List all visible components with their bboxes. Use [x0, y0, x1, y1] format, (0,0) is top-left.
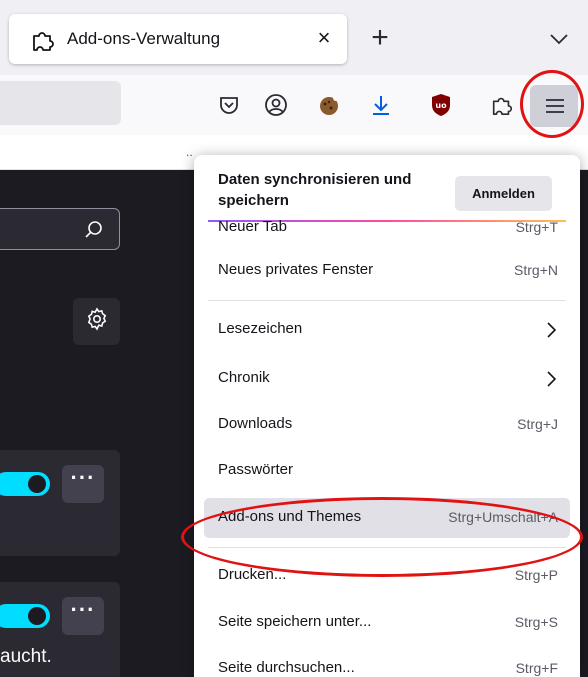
- menu-item-label: Chronik: [218, 369, 270, 386]
- extension-enable-toggle[interactable]: [0, 472, 50, 496]
- menu-item-shortcut: Strg+P: [514, 567, 558, 583]
- ublock-shield-icon[interactable]: uo: [426, 90, 456, 120]
- svg-text:uo: uo: [435, 101, 447, 110]
- tab-addons-manager[interactable]: Add-ons-Verwaltung ×: [9, 14, 347, 64]
- menu-item-label: Drucken...: [218, 566, 287, 583]
- menu-item-label: Lesezeichen: [218, 320, 303, 337]
- extensions-puzzle-icon[interactable]: [487, 90, 517, 120]
- menu-item-passwords[interactable]: Passwörter: [204, 451, 570, 491]
- sync-title: Daten synchronisieren und speichern: [218, 171, 412, 209]
- extension-more-options-button[interactable]: ···: [62, 597, 104, 635]
- menu-item-save-page-as[interactable]: Seite speichern unter... Strg+S: [204, 603, 570, 643]
- menu-separator: [208, 547, 566, 548]
- menu-item-label: Seite durchsuchen...: [218, 659, 355, 676]
- menu-item-shortcut: Strg+F: [515, 660, 558, 676]
- tab-strip: Add-ons-Verwaltung × +: [0, 0, 588, 75]
- bookmarks-overflow[interactable]: ..: [186, 145, 193, 159]
- menu-item-label: Add-ons und Themes: [218, 508, 362, 525]
- addons-search-input[interactable]: [0, 208, 120, 250]
- menu-item-history[interactable]: Chronik: [204, 359, 570, 399]
- chevron-down-icon[interactable]: [546, 28, 572, 50]
- menu-item-print[interactable]: Drucken... Strg+P: [204, 556, 570, 596]
- gear-icon: [85, 307, 109, 336]
- addons-settings-button[interactable]: [73, 298, 120, 345]
- toggle-knob: [28, 607, 46, 625]
- sign-in-button[interactable]: Anmelden: [455, 176, 552, 211]
- menu-item-label: Neuer Tab: [218, 218, 287, 235]
- menu-item-bookmarks[interactable]: Lesezeichen: [204, 310, 570, 350]
- account-icon[interactable]: [261, 90, 291, 120]
- menu-item-label: Downloads: [218, 415, 293, 432]
- search-icon: [83, 219, 105, 241]
- menu-item-find-in-page[interactable]: Seite durchsuchen... Strg+F: [204, 649, 570, 677]
- tab-title: Add-ons-Verwaltung: [67, 29, 221, 48]
- menu-item-shortcut: Strg+S: [514, 614, 558, 630]
- extension-more-options-button[interactable]: ···: [62, 465, 104, 503]
- puzzle-piece-icon: [30, 27, 56, 53]
- pocket-icon[interactable]: [214, 90, 244, 120]
- menu-item-shortcut: Strg+Umschalt+A: [448, 509, 558, 525]
- extension-description: aucht.: [0, 646, 52, 667]
- chevron-right-icon: [544, 320, 558, 340]
- menu-item-new-private-window[interactable]: Neues privates Fenster Strg+N: [204, 251, 570, 291]
- menu-item-shortcut: Strg+T: [515, 219, 558, 235]
- menu-item-shortcut: Strg+N: [514, 262, 558, 278]
- close-tab-icon[interactable]: ×: [311, 25, 337, 51]
- hamburger-menu-icon: [540, 91, 570, 121]
- menu-item-label: Neues privates Fenster: [218, 261, 374, 278]
- menu-item-downloads[interactable]: Downloads Strg+J: [204, 405, 570, 445]
- new-tab-button[interactable]: +: [365, 23, 395, 55]
- extension-enable-toggle[interactable]: [0, 604, 50, 628]
- toggle-knob: [28, 475, 46, 493]
- extension-card: ··· aucht.: [0, 582, 120, 677]
- menu-item-addons-and-themes[interactable]: Add-ons und Themes Strg+Umschalt+A: [204, 498, 570, 538]
- url-bar[interactable]: [0, 81, 121, 125]
- app-menu-panel: Daten synchronisieren und speichern Anme…: [194, 155, 580, 677]
- nav-toolbar: uo: [0, 75, 588, 135]
- open-application-menu-button[interactable]: [530, 85, 578, 127]
- menu-separator: [208, 300, 566, 301]
- menu-item-shortcut: Strg+J: [517, 416, 558, 432]
- downloads-arrow-icon[interactable]: [366, 90, 396, 120]
- menu-item-new-tab[interactable]: Neuer Tab Strg+T: [204, 208, 570, 248]
- chevron-right-icon: [544, 369, 558, 389]
- cookie-extension-icon[interactable]: [314, 90, 344, 120]
- menu-item-label: Passwörter: [218, 461, 294, 478]
- sync-section: Daten synchronisieren und speichern Anme…: [194, 155, 580, 213]
- extension-card: ···: [0, 450, 120, 556]
- menu-item-label: Seite speichern unter...: [218, 613, 372, 630]
